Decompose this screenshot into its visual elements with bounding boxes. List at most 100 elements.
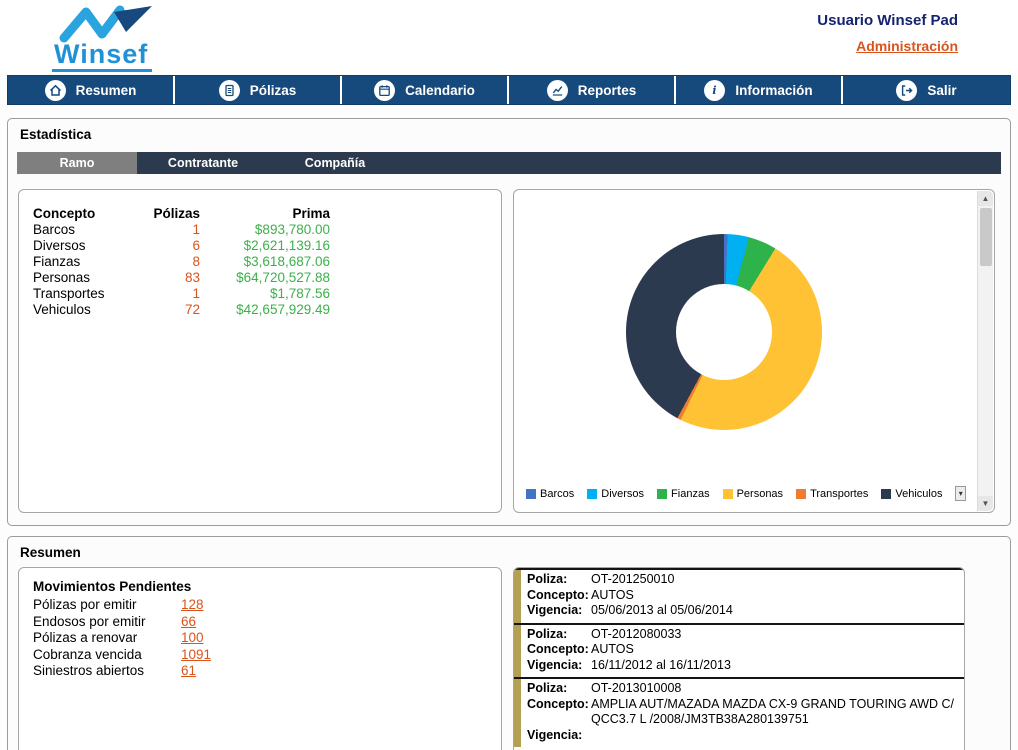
nav-item-reportes[interactable]: Reportes <box>509 76 676 104</box>
polizas-cell: 83 <box>134 270 204 286</box>
policy-field-label: Vigencia: <box>527 603 591 619</box>
pendiente-label: Pólizas a renovar <box>33 630 181 647</box>
legend-label: Transportes <box>810 488 868 500</box>
header-concepto: Concepto <box>29 206 134 222</box>
main-nav: Resumen Pólizas Calendario Reportes i In… <box>7 75 1011 105</box>
header-polizas: Pólizas <box>134 206 204 222</box>
nav-item-label: Pólizas <box>250 83 297 98</box>
policy-vigencia: 16/11/2012 al 16/11/2013 <box>591 658 958 674</box>
pendiente-value-link[interactable]: 61 <box>181 663 196 680</box>
pendiente-label: Cobranza vencida <box>33 647 181 664</box>
tab-contratante[interactable]: Contratante <box>137 152 269 174</box>
policy-item[interactable]: Poliza:OT-2012080033 Concepto:AUTOS Vige… <box>514 623 964 678</box>
admin-link[interactable]: Administración <box>856 38 958 54</box>
concepto-cell: Fianzas <box>29 254 134 270</box>
user-area: Usuario Winsef Pad Administración <box>817 12 958 56</box>
policy-rows: Poliza:OT-2012080033 Concepto:AUTOS Vige… <box>521 625 964 678</box>
scroll-down-icon[interactable]: ▼ <box>978 496 993 511</box>
concepto-cell: Barcos <box>29 222 134 238</box>
policy-field-label: Vigencia: <box>527 658 591 674</box>
winsef-app: Winsef Usuario Winsef Pad Administración… <box>0 0 1018 750</box>
prima-cell: $893,780.00 <box>204 222 334 238</box>
pendientes-title: Movimientos Pendientes <box>33 579 501 594</box>
legend-item: Diversos <box>587 488 644 500</box>
policy-item[interactable]: Poliza:OT-201250010 Concepto:AUTOS Vigen… <box>514 568 964 623</box>
header: Winsef Usuario Winsef Pad Administración <box>0 0 1018 74</box>
policy-number: OT-201250010 <box>591 572 958 588</box>
polizas-cell: 72 <box>134 302 204 318</box>
pendiente-value-link[interactable]: 1091 <box>181 647 211 664</box>
pendiente-value-link[interactable]: 128 <box>181 597 204 614</box>
pendiente-row: Siniestros abiertos 61 <box>33 663 501 680</box>
nav-item-informacion[interactable]: i Información <box>676 76 843 104</box>
user-name: Usuario Winsef Pad <box>817 12 958 29</box>
legend-label: Fianzas <box>671 488 710 500</box>
policy-field-label: Concepto: <box>527 697 591 728</box>
policy-item[interactable]: Poliza:OT-2013010008 Concepto:AMPLIA AUT… <box>514 677 964 747</box>
scroll-up-icon[interactable]: ▲ <box>978 191 993 206</box>
nav-item-label: Calendario <box>405 83 475 98</box>
concepto-cell: Transportes <box>29 286 134 302</box>
section-title-estadistica: Estadística <box>20 127 91 142</box>
legend-item: Transportes <box>796 488 868 500</box>
policy-concepto: AUTOS <box>591 642 958 658</box>
chart-panel: Barcos Diversos Fianzas Personas Transpo… <box>513 189 995 513</box>
policy-vigencia <box>591 728 958 744</box>
table-row: Barcos 1 $893,780.00 <box>29 222 334 238</box>
pendiente-value-link[interactable]: 66 <box>181 614 196 631</box>
legend-label: Barcos <box>540 488 574 500</box>
exit-icon <box>896 80 917 101</box>
chart-scrollbar[interactable]: ▲ ▼ <box>977 191 993 511</box>
pendientes-panel: Movimientos Pendientes Pólizas por emiti… <box>18 567 502 750</box>
logo-bird-icon <box>56 4 176 44</box>
stats-table-panel: Concepto Pólizas Prima Barcos 1 $893,780… <box>18 189 502 513</box>
policy-number: OT-2013010008 <box>591 681 958 697</box>
polizas-cell: 1 <box>134 286 204 302</box>
policy-concepto: AMPLIA AUT/MAZADA MAZDA CX-9 GRAND TOURI… <box>591 697 958 728</box>
pendiente-label: Endosos por emitir <box>33 614 181 631</box>
nav-item-calendario[interactable]: Calendario <box>342 76 509 104</box>
donut-chart <box>626 234 822 430</box>
pendiente-label: Pólizas por emitir <box>33 597 181 614</box>
policy-field-label: Poliza: <box>527 681 591 697</box>
prima-cell: $1,787.56 <box>204 286 334 302</box>
legend-item: Fianzas <box>657 488 710 500</box>
pendiente-label: Siniestros abiertos <box>33 663 181 680</box>
resumen-section: Resumen Movimientos Pendientes Pólizas p… <box>7 536 1011 750</box>
nav-item-salir[interactable]: Salir <box>843 76 1010 104</box>
stats-table: Concepto Pólizas Prima Barcos 1 $893,780… <box>29 206 334 318</box>
scrollbar-thumb[interactable] <box>980 208 992 266</box>
nav-item-resumen[interactable]: Resumen <box>8 76 175 104</box>
prima-cell: $2,621,139.16 <box>204 238 334 254</box>
winsef-logo[interactable]: Winsef <box>46 2 196 74</box>
policy-status-stripe <box>514 570 521 623</box>
donut-hole <box>676 284 772 380</box>
policy-number: OT-2012080033 <box>591 627 958 643</box>
table-header-row: Concepto Pólizas Prima <box>29 206 334 222</box>
legend-more-button[interactable]: ▾ <box>955 486 966 501</box>
tab-compania[interactable]: Compañía <box>269 152 401 174</box>
estadistica-section: Estadística Ramo Contratante Compañía Co… <box>7 118 1011 526</box>
svg-text:i: i <box>713 84 717 97</box>
calendar-icon <box>374 80 395 101</box>
legend-item: Vehiculos <box>881 488 942 500</box>
concepto-cell: Personas <box>29 270 134 286</box>
nav-item-polizas[interactable]: Pólizas <box>175 76 342 104</box>
prima-cell: $64,720,527.88 <box>204 270 334 286</box>
table-row: Vehiculos 72 $42,657,929.49 <box>29 302 334 318</box>
legend-item: Barcos <box>526 488 574 500</box>
polizas-cell: 8 <box>134 254 204 270</box>
legend-item: Personas <box>723 488 783 500</box>
nav-item-label: Salir <box>927 83 956 98</box>
pendiente-value-link[interactable]: 100 <box>181 630 204 647</box>
policy-status-stripe <box>514 625 521 678</box>
pendiente-row: Endosos por emitir 66 <box>33 614 501 631</box>
table-row: Diversos 6 $2,621,139.16 <box>29 238 334 254</box>
legend-swatch <box>796 489 806 499</box>
policy-field-label: Vigencia: <box>527 728 591 744</box>
table-row: Transportes 1 $1,787.56 <box>29 286 334 302</box>
policy-field-label: Concepto: <box>527 642 591 658</box>
tab-ramo[interactable]: Ramo <box>17 152 137 174</box>
polizas-cell: 6 <box>134 238 204 254</box>
chart-legend: Barcos Diversos Fianzas Personas Transpo… <box>526 486 966 501</box>
